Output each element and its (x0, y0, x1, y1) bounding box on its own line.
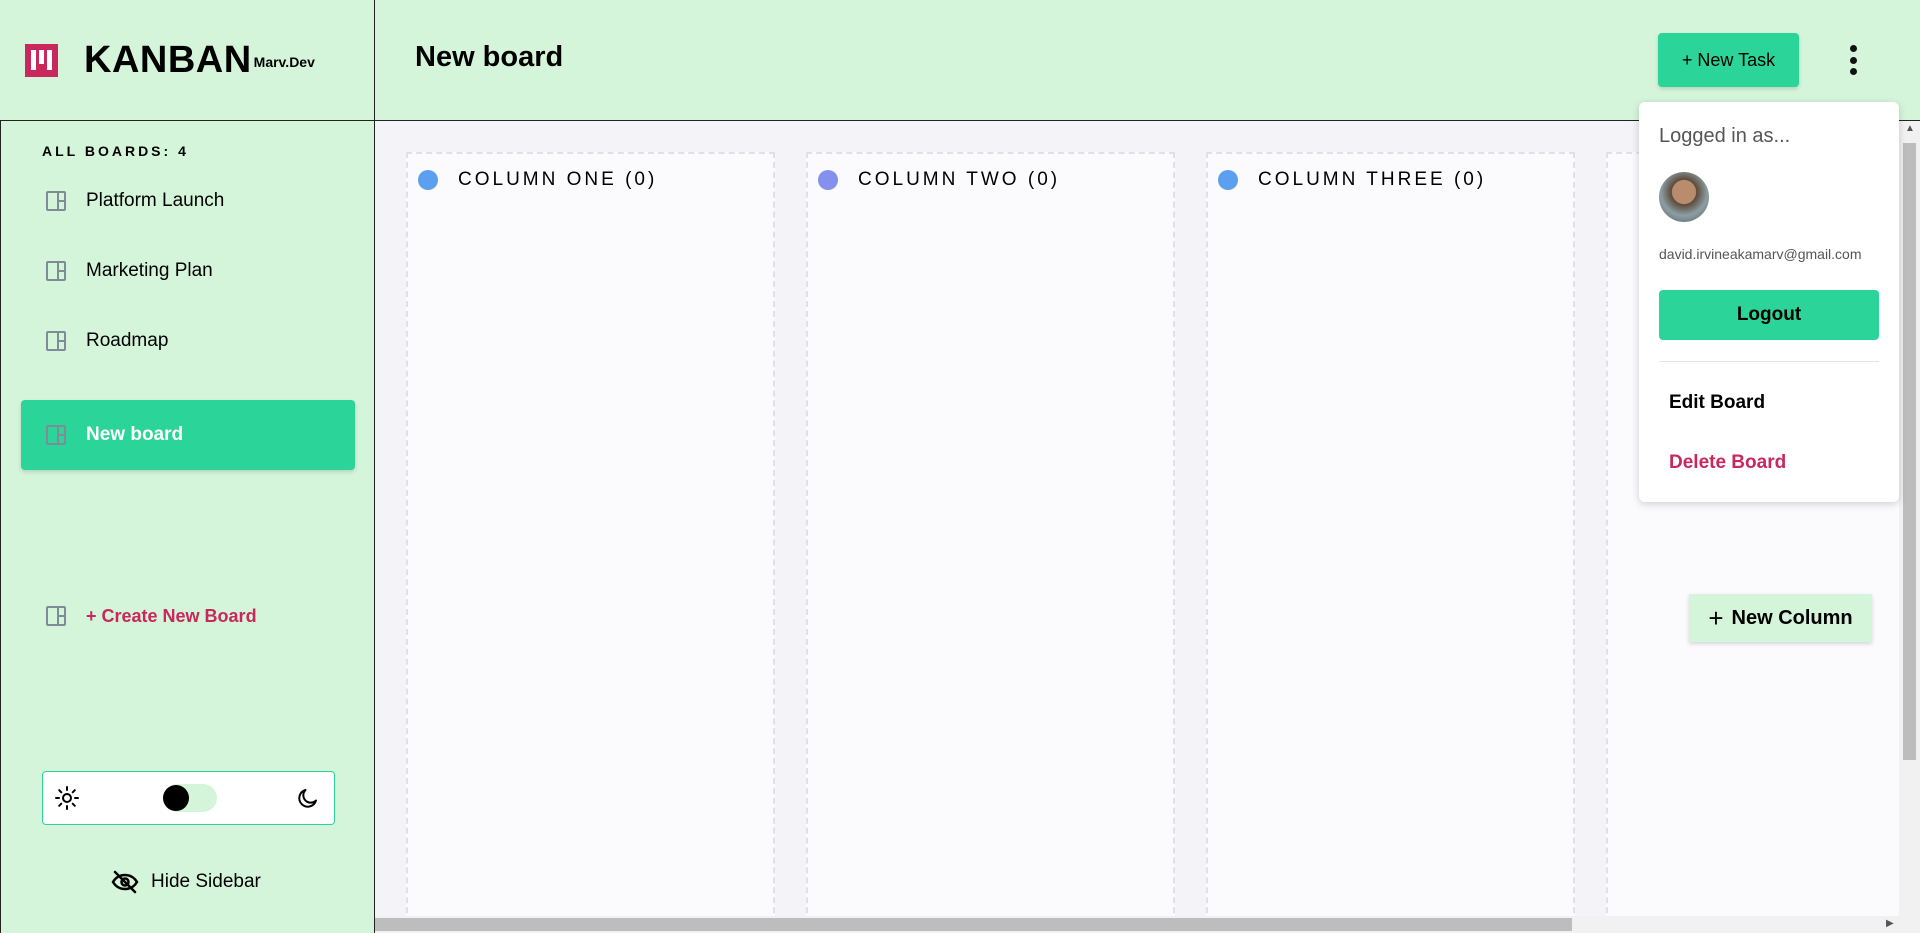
page-title: New board (415, 41, 564, 73)
sidebar-item-marketing-plan[interactable]: Marketing Plan (21, 236, 355, 306)
horizontal-scrollbar-thumb[interactable] (375, 918, 1572, 931)
new-task-button[interactable]: + New Task (1658, 33, 1799, 87)
sidebar-item-platform-launch[interactable]: Platform Launch (21, 166, 355, 236)
brand-area: KANBAN Marv.Dev (0, 0, 375, 121)
board-options-dropdown: Logged in as... david.irvineakamarv@gmai… (1639, 102, 1899, 502)
board-icon (46, 191, 66, 211)
sidebar-item-label: Roadmap (86, 330, 169, 351)
brand-subtitle: Marv.Dev (253, 54, 315, 70)
avatar (1659, 172, 1709, 222)
switch-knob (163, 785, 189, 811)
theme-toggle (42, 771, 335, 825)
new-column-button[interactable]: + New Column (1689, 594, 1872, 642)
sidebar-item-roadmap[interactable]: Roadmap (21, 306, 355, 376)
plus-icon: + (1708, 602, 1724, 633)
board-column: COLUMN TWO (0) (806, 152, 1175, 933)
create-new-board-label: + Create New Board (86, 605, 257, 626)
sidebar-item-label: New board (86, 424, 184, 445)
sidebar-item-new-board[interactable]: New board (21, 400, 355, 470)
hide-sidebar-label: Hide Sidebar (151, 871, 261, 892)
theme-switch[interactable] (163, 784, 217, 812)
column-title: COLUMN THREE (0) (1258, 169, 1487, 190)
divider (1659, 361, 1879, 362)
sun-icon (55, 786, 79, 810)
moon-icon (298, 789, 317, 808)
edit-board-button[interactable]: Edit Board (1669, 392, 1765, 414)
sidebar-item-label: Platform Launch (86, 190, 225, 211)
column-title: COLUMN TWO (0) (858, 169, 1061, 190)
column-color-dot (818, 170, 838, 190)
create-new-board-button[interactable]: + Create New Board (21, 581, 355, 651)
all-boards-label: ALL BOARDS: 4 (42, 143, 189, 159)
kanban-logo-icon (25, 43, 58, 77)
board-icon (46, 606, 66, 626)
sidebar: ALL BOARDS: 4 Platform Launch Marketing … (0, 121, 375, 933)
new-column-label: New Column (1731, 606, 1853, 629)
vertical-scrollbar-thumb[interactable] (1903, 143, 1916, 760)
brand-name: KANBAN (84, 38, 252, 81)
column-title: COLUMN ONE (0) (458, 169, 658, 190)
sidebar-item-label: Marketing Plan (86, 260, 213, 281)
column-color-dot (1218, 170, 1238, 190)
delete-board-button[interactable]: Delete Board (1669, 452, 1786, 474)
eye-off-icon (111, 870, 139, 894)
scroll-up-arrow-icon[interactable]: ▲ (1905, 123, 1915, 134)
hide-sidebar-button[interactable]: Hide Sidebar (111, 867, 261, 897)
vertical-scrollbar[interactable]: ▲ (1899, 121, 1920, 916)
board-icon (46, 261, 66, 281)
board-column: COLUMN THREE (0) (1206, 152, 1575, 933)
column-color-dot (418, 170, 438, 190)
horizontal-scrollbar[interactable]: ▶ (375, 916, 1920, 933)
more-options-icon[interactable] (1846, 45, 1860, 75)
user-email: david.irvineakamarv@gmail.com (1659, 246, 1862, 262)
scroll-right-arrow-icon[interactable]: ▶ (1886, 918, 1894, 929)
board-icon (46, 425, 66, 445)
logout-button[interactable]: Logout (1659, 290, 1879, 340)
board-icon (46, 331, 66, 351)
logged-in-label: Logged in as... (1659, 125, 1791, 147)
board-column: COLUMN ONE (0) (406, 152, 775, 933)
